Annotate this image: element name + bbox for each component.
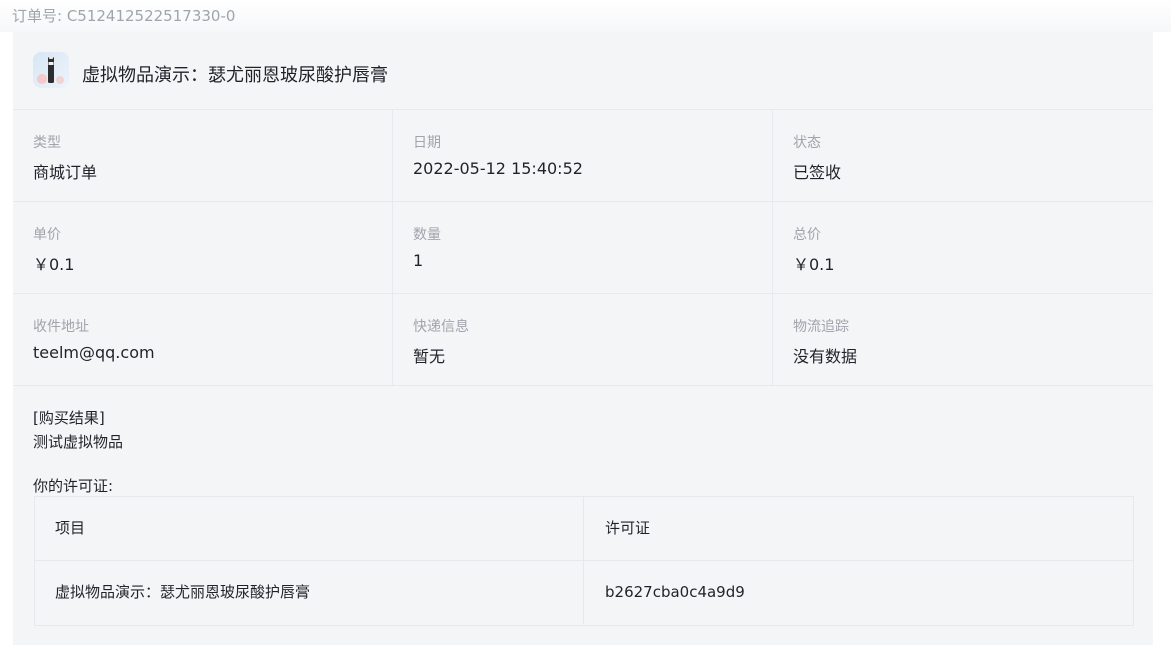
detail-quantity: 数量 1 (393, 202, 773, 293)
detail-value: 已签收 (793, 163, 842, 182)
product-title: 虚拟物品演示：瑟尤丽恩玻尿酸护唇膏 (82, 65, 388, 86)
lip-balm-icon (33, 52, 69, 88)
detail-label: 类型 (33, 135, 61, 151)
detail-address: 收件地址 teelm@qq.com (13, 294, 393, 385)
detail-unit-price: 单价 ￥0.1 (13, 202, 393, 293)
details-row: 单价 ￥0.1 数量 1 总价 ￥0.1 (13, 202, 1153, 294)
table-row: 虚拟物品演示：瑟尤丽恩玻尿酸护唇膏 b2627cba0c4a9d9 (35, 561, 1133, 624)
purchase-result-text: 测试虚拟物品 (33, 433, 124, 451)
detail-value: ￥0.1 (793, 255, 835, 274)
detail-label: 快递信息 (413, 319, 469, 335)
product-thumbnail[interactable] (33, 52, 69, 88)
detail-value: 2022-05-12 15:40:52 (413, 159, 583, 178)
license-item-name: 虚拟物品演示：瑟尤丽恩玻尿酸护唇膏 (35, 561, 584, 624)
detail-total-price: 总价 ￥0.1 (773, 202, 1153, 293)
detail-value: teelm@qq.com (33, 343, 155, 362)
purchase-result: [购买结果] 测试虚拟物品 你的许可证: (33, 406, 1133, 495)
purchase-result-heading: [购买结果] (33, 409, 105, 427)
detail-value: 暂无 (413, 347, 446, 366)
detail-type: 类型 商城订单 (13, 110, 393, 201)
license-table-header: 项目 许可证 (35, 497, 1133, 561)
detail-label: 日期 (413, 135, 441, 151)
order-card: 虚拟物品演示：瑟尤丽恩玻尿酸护唇膏 类型 商城订单 日期 2022-05-12 … (13, 32, 1153, 645)
detail-label: 单价 (33, 227, 61, 243)
detail-label: 收件地址 (33, 319, 89, 335)
column-header-item: 项目 (35, 497, 584, 560)
detail-label: 物流追踪 (793, 319, 849, 335)
detail-label: 状态 (793, 135, 821, 151)
column-header-license: 许可证 (605, 519, 651, 537)
detail-status: 状态 已签收 (773, 110, 1153, 201)
detail-express: 快递信息 暂无 (393, 294, 773, 385)
license-title: 你的许可证: (33, 477, 114, 495)
detail-logistics: 物流追踪 没有数据 (773, 294, 1153, 385)
order-details-grid: 类型 商城订单 日期 2022-05-12 15:40:52 状态 已签收 单价… (13, 110, 1153, 386)
detail-label: 总价 (793, 227, 821, 243)
details-row: 收件地址 teelm@qq.com 快递信息 暂无 物流追踪 没有数据 (13, 294, 1153, 386)
product-header: 虚拟物品演示：瑟尤丽恩玻尿酸护唇膏 (13, 32, 1153, 110)
detail-value: 1 (413, 251, 424, 270)
detail-value: 没有数据 (793, 347, 858, 366)
detail-value: 商城订单 (33, 163, 98, 182)
order-number: 订单号: C512412522517330-0 (12, 7, 236, 25)
license-table: 项目 许可证 虚拟物品演示：瑟尤丽恩玻尿酸护唇膏 b2627cba0c4a9d9 (34, 496, 1134, 626)
detail-value: ￥0.1 (33, 255, 75, 274)
detail-label: 数量 (413, 227, 441, 243)
details-row: 类型 商城订单 日期 2022-05-12 15:40:52 状态 已签收 (13, 110, 1153, 202)
detail-date: 日期 2022-05-12 15:40:52 (393, 110, 773, 201)
license-key[interactable]: b2627cba0c4a9d9 (585, 561, 1133, 624)
